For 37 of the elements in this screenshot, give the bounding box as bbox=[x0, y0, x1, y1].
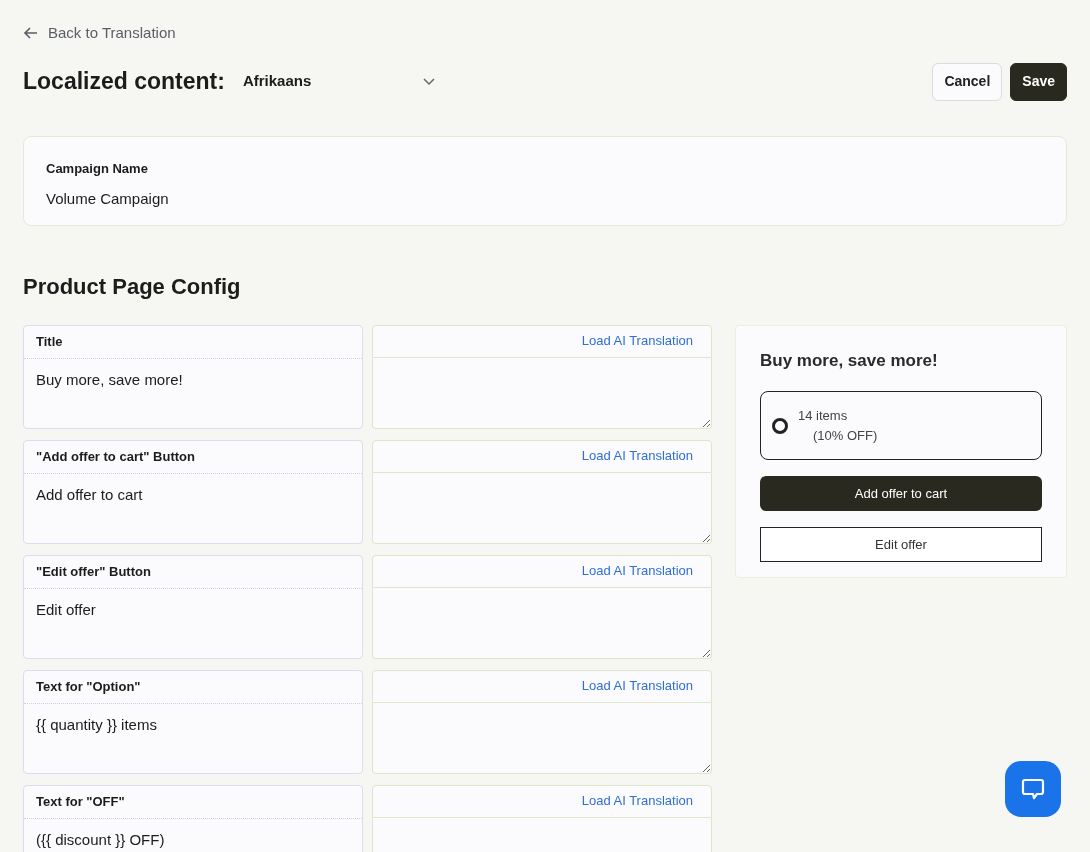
option-discount: (10% OFF) bbox=[812, 426, 878, 445]
preview-title: Buy more, save more! bbox=[760, 349, 939, 372]
field-label: "Edit offer" Button bbox=[36, 562, 151, 581]
back-link[interactable]: Back to Translation bbox=[23, 22, 176, 45]
edit-offer-button[interactable]: Edit offer bbox=[760, 527, 1042, 562]
translation-input[interactable] bbox=[372, 472, 712, 544]
load-ai-translation-link[interactable]: Load AI Translation bbox=[581, 676, 693, 696]
cancel-button[interactable]: Cancel bbox=[932, 62, 1003, 101]
translation-input[interactable] bbox=[372, 357, 712, 429]
source-text: {{ quantity }} items bbox=[35, 714, 158, 735]
load-ai-translation-link[interactable]: Load AI Translation bbox=[581, 331, 693, 351]
field-label: Text for "Option" bbox=[36, 677, 141, 696]
chat-bubble-icon bbox=[1020, 776, 1046, 802]
source-text: ({{ discount }} OFF) bbox=[35, 829, 166, 850]
load-ai-translation-link[interactable]: Load AI Translation bbox=[581, 446, 693, 466]
source-text: Buy more, save more! bbox=[35, 369, 184, 390]
radio-button[interactable] bbox=[772, 417, 788, 434]
source-text: Add offer to cart bbox=[35, 484, 144, 505]
translation-input[interactable] bbox=[372, 587, 712, 659]
campaign-value: Volume Campaign bbox=[46, 189, 170, 209]
offer-option[interactable]: 14 items (10% OFF) bbox=[760, 391, 1042, 460]
load-ai-translation-link[interactable]: Load AI Translation bbox=[581, 561, 693, 581]
field-label: "Add offer to cart" Button bbox=[36, 447, 195, 466]
translation-input[interactable] bbox=[372, 702, 712, 774]
add-to-cart-button[interactable]: Add offer to cart bbox=[760, 476, 1042, 511]
save-button[interactable]: Save bbox=[1010, 62, 1067, 101]
load-ai-translation-link[interactable]: Load AI Translation bbox=[581, 791, 693, 811]
campaign-label: Campaign Name bbox=[46, 159, 149, 178]
field-label: Title bbox=[36, 332, 63, 351]
chevron-down-icon bbox=[422, 77, 435, 86]
field-label: Text for "OFF" bbox=[36, 792, 125, 811]
option-quantity: 14 items bbox=[798, 407, 849, 425]
section-title: Product Page Config bbox=[23, 272, 242, 301]
page-title: Localized content: bbox=[23, 67, 225, 97]
language-select[interactable]: Afrikaans bbox=[242, 70, 435, 93]
source-text: Edit offer bbox=[35, 599, 97, 620]
chat-button[interactable] bbox=[1005, 761, 1061, 817]
